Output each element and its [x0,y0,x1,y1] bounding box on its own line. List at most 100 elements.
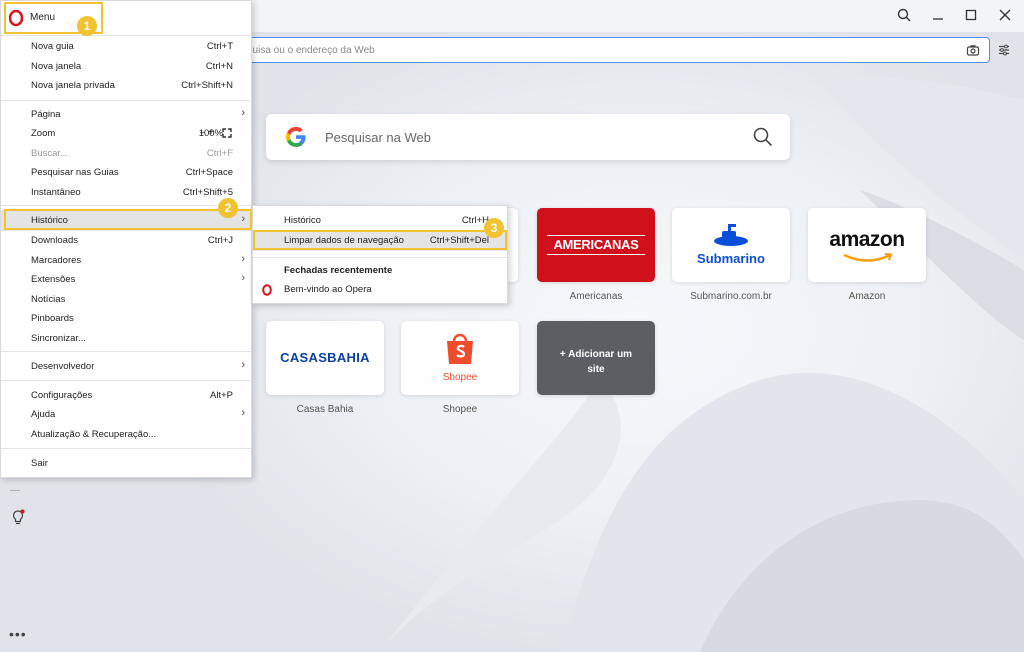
menu-item-label: Marcadores [31,255,82,266]
sidebar-divider: — [10,485,20,496]
menu-item-nova-guia[interactable]: Nova guia Ctrl+T [1,37,251,56]
separator [1,380,251,381]
close-icon[interactable] [997,7,1013,23]
opera-menu: Menu Nova guia Ctrl+T Nova janela Ctrl+N N… [0,0,252,478]
shopee-logo: Shopee [442,372,478,383]
menu-item-label: Instantâneo [31,187,81,198]
speed-dial-tile-americanas[interactable]: AMERICANAS [537,208,655,282]
search-icon[interactable] [752,126,774,148]
web-search-box[interactable]: Pesquisar na Web [266,114,790,160]
step-badge-1: 1 [77,16,97,36]
amazon-smile-icon [843,253,893,262]
google-icon [285,126,306,148]
menu-item-instantaneo[interactable]: Instantâneo Ctrl+Shift+5 [1,183,251,202]
menu-item-label: Sincronizar... [31,333,86,344]
menu-item-marcadores[interactable]: Marcadores › [1,251,251,270]
menu-item-nova-janela-privada[interactable]: Nova janela privada Ctrl+Shift+N [1,76,251,95]
menu-item-shortcut: Ctrl+F [206,148,233,159]
chevron-right-icon: › [241,253,245,265]
menu-item-shortcut: Ctrl+T [206,41,233,52]
highlight-box-limpar-dados [253,230,507,250]
separator [1,100,251,101]
submenu-item-historico[interactable]: Histórico Ctrl+H [253,211,507,230]
menu-item-label: Atualização & Recuperação... [31,429,157,440]
tile-caption-amazon: Amazon [848,291,886,302]
menu-item-noticias[interactable]: Notícias [1,290,251,309]
search-tabs-icon[interactable] [896,7,912,23]
menu-item-label: Nova janela privada [31,80,115,91]
separator [253,257,507,258]
menu-item-desenvolvedor[interactable]: Desenvolvedor › [1,357,251,376]
tile-caption-submarino: Submarino.com.br [690,291,772,302]
menu-item-pesquisar-nas-guias[interactable]: Pesquisar nas Guias Ctrl+Space [1,163,251,182]
menu-item-configuracoes[interactable]: Configurações Alt+P [1,386,251,405]
recent-heading-label: Fechadas recentemente [284,265,393,276]
menu-item-zoom[interactable]: Zoom − 100% + [1,124,251,143]
menu-item-label: Buscar... [31,148,68,159]
menu-item-label: Zoom [31,128,56,139]
menu-item-atualizacao[interactable]: Atualização & Recuperação... [1,425,251,444]
search-placeholder: Pesquisar na Web [325,130,431,145]
menu-item-label: Histórico [284,215,321,226]
historico-submenu: Histórico Ctrl+H Limpar dados de navegaçã… [252,205,508,304]
menu-item-shortcut: Ctrl+J [207,235,233,246]
menu-item-pagina[interactable]: Página › [1,105,251,124]
step-badge-3: 3 [484,218,504,238]
more-options-icon[interactable]: ••• [9,626,27,642]
highlight-box-historico [4,209,252,230]
chevron-right-icon: › [241,359,245,371]
chevron-right-icon: › [241,272,245,284]
chevron-right-icon: › [241,107,245,119]
menu-item-label: Desenvolvedor [31,361,95,372]
lightbulb-icon[interactable] [11,509,25,527]
menu-item-downloads[interactable]: Downloads Ctrl+J [1,231,251,250]
menu-item-pinboards[interactable]: Pinboards [1,309,251,328]
menu-item-label: Bem-vindo ao Opera [284,284,372,295]
submarino-logo-icon [714,224,748,246]
menu-item-label: Ajuda [31,409,56,420]
menu-item-nova-janela[interactable]: Nova janela Ctrl+N [1,57,251,76]
americanas-logo: AMERICANAS [547,235,645,255]
menu-item-label: Downloads [31,235,78,246]
menu-item-sincronizar[interactable]: Sincronizar... [1,329,251,348]
menu-item-extensoes[interactable]: Extensões › [1,270,251,289]
maximize-icon[interactable] [963,7,979,23]
tile-caption-americanas: Americanas [569,291,623,302]
menu-item-buscar[interactable]: Buscar... Ctrl+F [1,144,251,163]
menu-item-ajuda[interactable]: Ajuda › [1,405,251,424]
casas-bahia-logo: CASASBAHIA [280,350,370,365]
separator [1,448,251,449]
easy-setup-icon[interactable] [997,43,1011,57]
menu-item-label: Página [31,109,61,120]
amazon-logo: amazon [829,228,905,251]
menu-item-label: Extensões [31,274,76,285]
menu-item-sair[interactable]: Sair [1,454,251,473]
submarino-logo: Submarino [697,251,765,266]
step-badge-2: 2 [218,198,238,218]
camera-icon[interactable] [966,43,980,57]
separator [1,35,251,36]
zoom-in-button[interactable]: + [208,127,214,138]
speed-dial-tile-casas-bahia[interactable]: CASASBAHIA [266,321,384,395]
menu-item-label: Nova janela [31,61,82,72]
tile-caption-shopee: Shopee [442,404,478,415]
chevron-right-icon: › [241,407,245,419]
menu-item-label: Sair [31,458,48,469]
opera-logo-icon [262,284,272,296]
submenu-recent-item[interactable]: Bem-vindo ao Opera [253,280,507,299]
separator [1,351,251,352]
separator [1,205,251,206]
menu-item-shortcut: Ctrl+Shift+N [181,80,233,91]
menu-item-label: Configurações [31,390,93,401]
menu-item-shortcut: Ctrl+Space [185,167,233,178]
fullscreen-icon[interactable] [222,128,232,138]
minimize-icon[interactable] [930,7,946,23]
submenu-recent-heading: Fechadas recentemente [253,261,507,280]
speed-dial-tile-submarino[interactable]: Submarino [672,208,790,282]
address-placeholder: quisa ou o endereço da Web [247,45,375,56]
speed-dial-tile-shopee[interactable]: Shopee [401,321,519,395]
menu-item-shortcut: Alt+P [210,390,233,401]
add-site-tile[interactable]: + Adicionar um site [537,321,655,395]
menu-item-label: Notícias [31,294,66,305]
speed-dial-tile-amazon[interactable]: amazon [808,208,926,282]
